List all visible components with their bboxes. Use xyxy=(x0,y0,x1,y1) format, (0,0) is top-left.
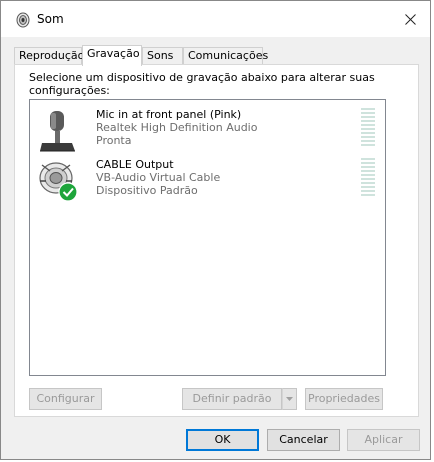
tab-gravacao[interactable]: Gravação xyxy=(82,45,142,66)
apply-button[interactable]: Aplicar xyxy=(347,429,420,451)
device-driver: Realtek High Definition Audio xyxy=(96,121,258,134)
instruction-text: Selecione um dispositivo de gravação aba… xyxy=(29,71,375,97)
chevron-down-icon xyxy=(286,397,293,401)
level-meter xyxy=(361,158,375,198)
microphone-icon xyxy=(40,111,75,152)
device-list[interactable]: Mic in at front panel (Pink) Realtek Hig… xyxy=(29,99,386,376)
close-icon xyxy=(404,13,416,25)
device-status: Pronta xyxy=(96,134,132,147)
speaker-icon xyxy=(16,12,30,28)
device-name: Mic in at front panel (Pink) xyxy=(96,108,242,121)
sound-dialog: Som Reprodução Gravação Sons Comunicaçõe… xyxy=(0,0,431,460)
device-status: Dispositivo Padrão xyxy=(96,184,198,197)
device-item-mic[interactable]: Mic in at front panel (Pink) Realtek Hig… xyxy=(30,105,385,155)
device-name: CABLE Output xyxy=(96,158,174,171)
set-default-button[interactable]: Definir padrão xyxy=(182,388,282,410)
device-driver: VB-Audio Virtual Cable xyxy=(96,171,221,184)
window-title: Som xyxy=(37,12,64,26)
set-default-dropdown[interactable] xyxy=(282,388,297,410)
tab-sons[interactable]: Sons xyxy=(142,47,183,64)
properties-button[interactable]: Propriedades xyxy=(305,388,383,410)
cable-device-icon xyxy=(39,162,78,202)
tab-comunicacoes[interactable]: Comunicações xyxy=(183,47,268,64)
device-item-cable-output[interactable]: CABLE Output VB-Audio Virtual Cable Disp… xyxy=(30,155,385,205)
level-meter xyxy=(361,108,375,148)
cancel-button[interactable]: Cancelar xyxy=(267,429,340,451)
configure-button[interactable]: Configurar xyxy=(29,388,102,410)
tab-reproducao[interactable]: Reprodução xyxy=(14,47,84,64)
recording-panel: Selecione um dispositivo de gravação aba… xyxy=(14,64,419,417)
title-bar[interactable]: Som xyxy=(1,1,430,37)
close-button[interactable] xyxy=(390,1,430,37)
ok-button[interactable]: OK xyxy=(186,429,259,451)
